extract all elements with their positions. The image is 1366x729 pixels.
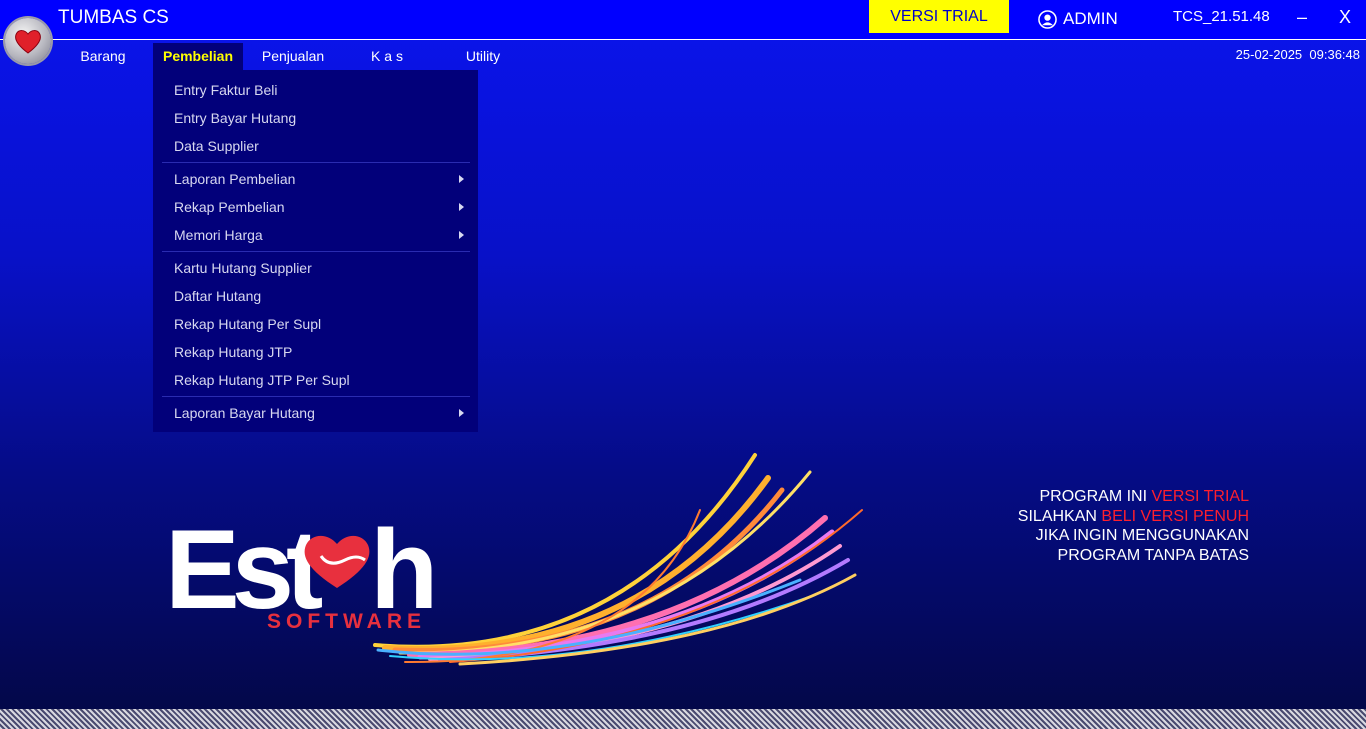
menu-data-supplier[interactable]: Data Supplier — [174, 138, 259, 154]
status-bar — [0, 709, 1366, 729]
trial-badge[interactable]: VERSI TRIAL — [869, 0, 1009, 33]
app-logo[interactable] — [5, 18, 51, 64]
menu-memori-harga[interactable]: Memori Harga — [174, 227, 263, 243]
menu-utility[interactable]: Utility — [450, 43, 516, 70]
minimize-button[interactable]: – — [1290, 2, 1314, 32]
heart-icon — [15, 30, 41, 54]
time-label: 09:36:48 — [1309, 47, 1360, 62]
trial-line-1-text: PROGRAM INI — [1039, 488, 1152, 505]
trial-line-2: SILAHKAN BELI VERSI PENUH — [1018, 507, 1249, 527]
pembelian-dropdown: Entry Faktur Beli Entry Bayar Hutang Dat… — [153, 70, 478, 432]
trial-line-1: PROGRAM INI VERSI TRIAL — [1018, 487, 1249, 507]
user-icon — [1038, 9, 1057, 29]
submenu-arrow-icon — [459, 231, 464, 239]
menu-entry-bayar-hutang[interactable]: Entry Bayar Hutang — [174, 110, 296, 126]
user-name: ADMIN — [1063, 9, 1118, 28]
buy-full-version-link[interactable]: BELI VERSI PENUH — [1101, 508, 1249, 525]
app-title: TUMBAS CS — [58, 7, 169, 28]
menu-rekap-pembelian[interactable]: Rekap Pembelian — [174, 199, 285, 215]
menu-barang[interactable]: Barang — [66, 43, 140, 70]
menu-laporan-bayar-hutang[interactable]: Laporan Bayar Hutang — [174, 405, 315, 421]
menu-kas[interactable]: K a s — [352, 43, 422, 70]
menu-bar: Barang Pembelian Penjualan K a s Utility — [0, 40, 1366, 70]
trial-line-4: PROGRAM TANPA BATAS — [1057, 546, 1249, 564]
menu-kartu-hutang-supplier[interactable]: Kartu Hutang Supplier — [174, 260, 312, 276]
title-bar: TUMBAS CS VERSI TRIAL ADMIN TCS_21.51.48… — [0, 0, 1366, 40]
menu-penjualan[interactable]: Penjualan — [253, 43, 333, 70]
menu-daftar-hutang[interactable]: Daftar Hutang — [174, 288, 261, 304]
brand-subtitle: SOFTWARE — [267, 610, 426, 633]
trial-line-1-highlight: VERSI TRIAL — [1151, 488, 1249, 505]
menu-separator — [162, 251, 470, 252]
trial-line-2-text: SILAHKAN — [1017, 507, 1102, 525]
menu-rekap-hutang-per-supl[interactable]: Rekap Hutang Per Supl — [174, 316, 321, 332]
menu-rekap-hutang-jtp-per-supl[interactable]: Rekap Hutang JTP Per Supl — [174, 372, 350, 388]
datetime: 25-02-2025 09:36:48 — [1236, 47, 1360, 62]
trial-line-3: JIKA INGIN MENGGUNAKAN — [1035, 527, 1249, 544]
menu-pembelian[interactable]: Pembelian — [153, 43, 243, 70]
heart-icon — [304, 535, 370, 588]
menu-rekap-hutang-jtp[interactable]: Rekap Hutang JTP — [174, 344, 292, 360]
version-label: TCS_21.51.48 — [1173, 8, 1270, 25]
menu-laporan-pembelian[interactable]: Laporan Pembelian — [174, 171, 295, 187]
user-area[interactable]: ADMIN — [1038, 9, 1118, 29]
date-label: 25-02-2025 — [1235, 47, 1303, 62]
submenu-arrow-icon — [459, 175, 464, 183]
menu-entry-faktur-beli[interactable]: Entry Faktur Beli — [174, 82, 277, 98]
menu-separator — [162, 162, 470, 163]
trial-message: PROGRAM INI VERSI TRIAL SILAHKAN BELI VE… — [1018, 487, 1249, 565]
close-button[interactable]: X — [1333, 2, 1357, 32]
submenu-arrow-icon — [459, 203, 464, 211]
submenu-arrow-icon — [459, 409, 464, 417]
brand-swoosh — [373, 453, 863, 666]
menu-separator — [162, 396, 470, 397]
